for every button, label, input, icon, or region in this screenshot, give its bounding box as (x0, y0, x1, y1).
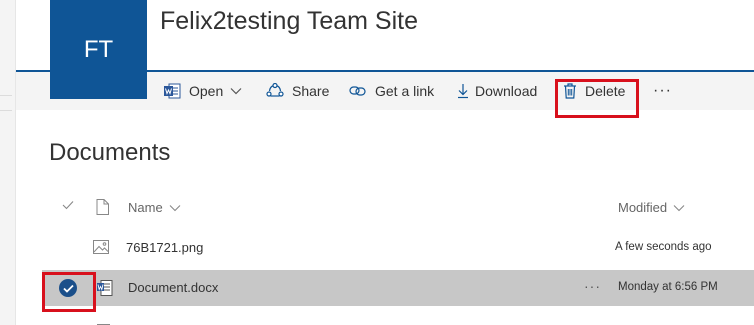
download-button[interactable]: Download (457, 72, 537, 110)
get-a-link-label: Get a link (375, 83, 435, 99)
modified-column-header[interactable]: Modified (618, 200, 685, 215)
table-row[interactable]: 76B1721.png A few seconds ago (42, 230, 754, 266)
download-icon (457, 83, 469, 99)
open-label: Open (189, 83, 224, 99)
get-a-link-button[interactable]: Get a link (349, 72, 434, 110)
chevron-down-icon (230, 87, 242, 95)
file-modified: Monday at 6:56 PM (618, 281, 718, 293)
table-row[interactable]: Document.docx ··· Monday at 6:56 PM (42, 270, 754, 306)
rail-divider (0, 110, 12, 111)
delete-button[interactable]: Delete (563, 72, 625, 110)
file-name[interactable]: 76B1721.png (126, 240, 203, 255)
file-name[interactable]: Document.docx (128, 280, 218, 295)
share-label: Share (292, 83, 330, 99)
trash-icon (563, 83, 577, 99)
site-logo-initials: FT (83, 35, 114, 63)
delete-label: Delete (585, 83, 626, 99)
share-button[interactable]: Share (266, 72, 329, 110)
library-title: Documents (49, 139, 171, 166)
share-icon (266, 83, 284, 99)
select-all-checkmark[interactable] (62, 200, 74, 210)
more-icon: ··· (653, 82, 672, 99)
rail-divider (0, 95, 12, 96)
chevron-down-icon (169, 200, 181, 215)
row-select-checkbox[interactable] (59, 279, 77, 297)
image-file-icon (93, 240, 109, 254)
more-icon: ··· (584, 278, 601, 294)
site-title[interactable]: Felix2testing Team Site (160, 7, 418, 36)
file-modified: A few seconds ago (615, 241, 712, 253)
row-more-button[interactable]: ··· (584, 278, 601, 294)
left-navigation-rail (0, 0, 16, 325)
word-icon (164, 83, 181, 99)
chevron-down-icon (673, 200, 685, 215)
name-column-label: Name (128, 200, 163, 215)
file-type-header-icon[interactable] (96, 199, 109, 215)
checkmark-icon (59, 279, 77, 297)
modified-column-label: Modified (618, 200, 668, 215)
more-commands-button[interactable]: ··· (653, 72, 672, 110)
open-button[interactable]: Open (164, 72, 242, 110)
download-label: Download (475, 83, 538, 99)
name-column-header[interactable]: Name (128, 200, 181, 215)
word-file-icon (97, 280, 113, 296)
link-icon (349, 85, 367, 97)
site-logo[interactable]: FT (50, 0, 147, 99)
file-icon (97, 318, 110, 325)
